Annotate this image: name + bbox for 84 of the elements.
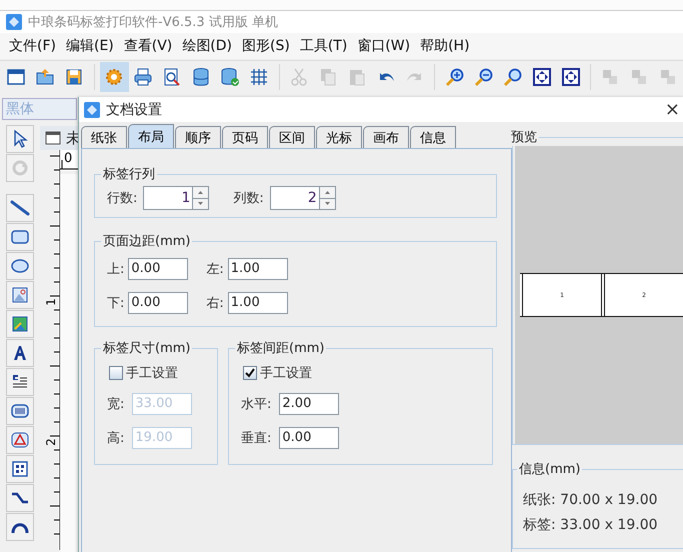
page-magnifier-icon — [162, 67, 182, 87]
tool-button[interactable] — [6, 194, 34, 222]
image-icon — [10, 285, 30, 305]
tool-button[interactable] — [6, 252, 34, 280]
group-title: 预览 — [510, 129, 538, 146]
field-label: 水平: — [241, 396, 272, 413]
menu-item[interactable]: 帮助(H) — [415, 37, 475, 55]
field-label: 下: — [107, 295, 124, 312]
group-title: 信息(mm) — [518, 461, 582, 478]
field-label: 行数: — [107, 190, 138, 207]
tool-button[interactable] — [6, 455, 34, 483]
input-field[interactable]: 0.00 — [128, 258, 188, 280]
line-icon — [10, 198, 30, 218]
checkbox[interactable] — [109, 366, 123, 380]
tab[interactable]: 顺序 — [175, 126, 221, 148]
field-label: 高: — [107, 430, 124, 447]
rotate-icon — [10, 158, 30, 178]
group-title: 标签尺寸(mm) — [102, 340, 192, 357]
vertical-ruler: 1 2 — [40, 150, 60, 550]
checkbox[interactable] — [243, 366, 257, 380]
image-edit-icon — [10, 314, 30, 334]
menu-item[interactable]: 编辑(E) — [60, 37, 119, 55]
field-label: 宽: — [107, 396, 124, 413]
group-title: 标签间距(mm) — [236, 340, 326, 357]
tab[interactable]: 布局 — [128, 124, 174, 148]
tool-button[interactable] — [6, 310, 34, 338]
group-title: 页面边距(mm) — [102, 233, 192, 250]
fit-icon — [532, 67, 552, 87]
info-text: 纸张: 70.00 x 19.00 — [523, 491, 659, 510]
zoom-in-icon — [444, 67, 465, 87]
menu-item[interactable]: 工具(T) — [294, 37, 352, 55]
fit-icon — [560, 67, 581, 87]
folder-icon — [35, 67, 56, 87]
checkbox-label[interactable]: 手工设置 — [260, 364, 312, 382]
zoom-out-icon — [474, 67, 494, 87]
tab[interactable]: 信息 — [410, 126, 456, 148]
tool-button[interactable] — [6, 513, 34, 541]
tool-button[interactable] — [6, 339, 34, 367]
app-logo-icon — [84, 102, 100, 118]
database-icon — [191, 67, 212, 87]
tool-button[interactable] — [6, 484, 34, 512]
tab[interactable]: 光标 — [316, 126, 362, 148]
input-field[interactable]: 0.00 — [279, 427, 340, 449]
menu-item[interactable]: 图形(S) — [237, 37, 295, 55]
tab[interactable]: 画布 — [363, 126, 409, 148]
printer-icon — [133, 67, 154, 87]
tool-button[interactable] — [6, 223, 34, 251]
tool-button[interactable] — [6, 426, 34, 454]
field-label: 右: — [206, 295, 224, 312]
menu-item[interactable]: 查看(V) — [118, 37, 178, 55]
floppy-icon — [64, 67, 84, 87]
menu-item[interactable]: 绘图(D) — [177, 37, 237, 55]
input-field[interactable]: 0.00 — [128, 292, 188, 314]
search-icon — [502, 67, 523, 87]
scissors-icon — [288, 67, 309, 87]
gear-icon — [104, 67, 124, 87]
checkbox-label[interactable]: 手工设置 — [126, 364, 178, 382]
field-label: 垂直: — [241, 430, 272, 447]
window-icon — [45, 131, 61, 145]
menu-item[interactable]: 文件(F) — [4, 37, 61, 55]
tool-button[interactable] — [6, 397, 34, 425]
input-field[interactable]: 1.00 — [228, 292, 288, 314]
field-label: 列数: — [233, 190, 264, 207]
tool-button[interactable] — [6, 281, 34, 309]
info-text: 标签: 33.00 x 19.00 — [523, 516, 659, 535]
menu-item[interactable]: 窗口(W) — [352, 37, 416, 55]
tool-button[interactable] — [6, 368, 34, 396]
group-title: 标签行列 — [102, 166, 156, 183]
field-label: 左: — [206, 261, 224, 278]
tab[interactable]: 页码 — [222, 126, 268, 148]
qr-code-icon — [10, 459, 30, 479]
app-logo-icon — [6, 14, 22, 30]
dialog-title: 文档设置 — [106, 100, 163, 118]
tab[interactable]: 纸张 — [81, 126, 127, 148]
close-button[interactable]: × — [660, 99, 683, 120]
tool-button[interactable] — [6, 125, 34, 153]
input-field[interactable]: 1.00 — [228, 258, 288, 280]
window-title: 中琅条码标签打印软件-V6.5.3 试用版 单机 — [28, 14, 278, 31]
grid-icon — [249, 67, 270, 87]
input-field[interactable]: 2.00 — [279, 393, 340, 415]
database-check-icon — [220, 67, 240, 87]
window-icon — [6, 67, 26, 87]
field-label: 上: — [107, 261, 124, 278]
tab[interactable]: 区间 — [269, 126, 315, 148]
